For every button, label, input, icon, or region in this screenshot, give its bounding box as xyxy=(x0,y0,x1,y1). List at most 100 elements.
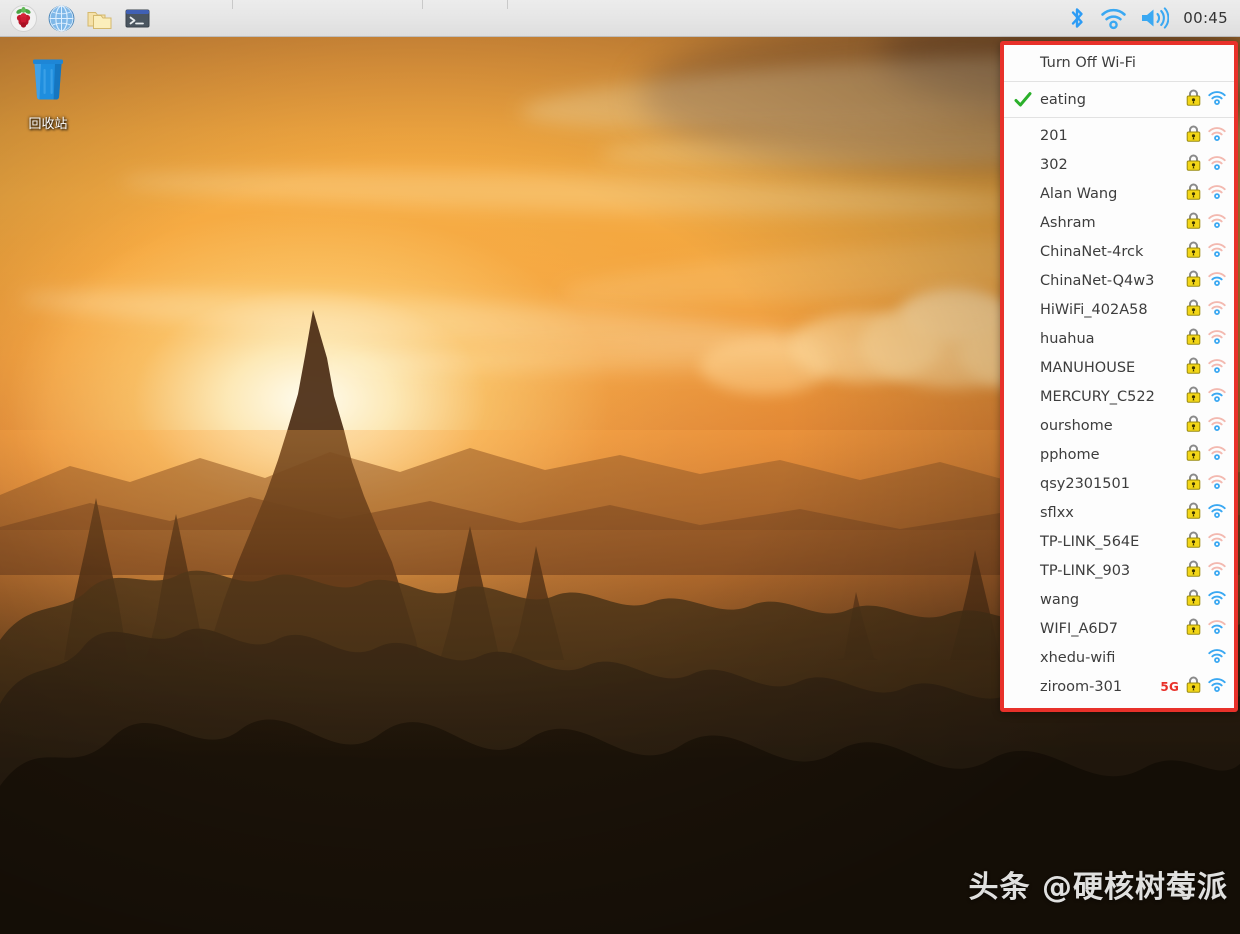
window-task-list[interactable] xyxy=(152,0,1066,36)
wifi-ssid-label: ourshome xyxy=(1040,417,1113,434)
wifi-network-item[interactable]: ziroom-301 5G xyxy=(1004,672,1234,701)
signal-strength-icon xyxy=(1208,415,1226,436)
wifi-row-indicators xyxy=(1186,299,1226,320)
wifi-ssid-label: Ashram xyxy=(1040,214,1096,231)
wifi-row-indicators: 5G xyxy=(1160,676,1226,697)
wifi-row-indicators xyxy=(1186,183,1226,204)
wifi-network-item[interactable]: qsy2301501 xyxy=(1004,469,1234,498)
wifi-icon[interactable] xyxy=(1100,5,1127,31)
wifi-network-item[interactable]: huahua xyxy=(1004,324,1234,353)
web-browser-icon[interactable] xyxy=(46,3,76,33)
wifi-row-indicators xyxy=(1186,502,1226,523)
file-manager-icon[interactable] xyxy=(84,3,114,33)
wifi-row-indicators xyxy=(1186,241,1226,262)
raspberry-menu-icon[interactable] xyxy=(8,3,38,33)
wifi-network-item[interactable]: MERCURY_C522 xyxy=(1004,382,1234,411)
taskbar-clock[interactable]: 00:45 xyxy=(1181,9,1228,27)
signal-strength-icon xyxy=(1208,560,1226,581)
wifi-network-item[interactable]: xhedu-wifi xyxy=(1004,643,1234,672)
wifi-network-item[interactable]: 302 xyxy=(1004,150,1234,179)
lock-icon xyxy=(1186,676,1201,697)
signal-strength-icon xyxy=(1208,270,1226,291)
wifi-ssid-label: sflxx xyxy=(1040,504,1074,521)
signal-strength-icon xyxy=(1208,676,1226,697)
lock-icon xyxy=(1186,531,1201,552)
wifi-ssid-label: Alan Wang xyxy=(1040,185,1118,202)
wifi-network-item[interactable]: TP-LINK_564E xyxy=(1004,527,1234,556)
wifi-row-indicators xyxy=(1186,270,1226,291)
recycle-bin-icon xyxy=(20,48,76,108)
desktop-screen: 回收站 00:45 Turn Off Wi-Fi eating 201 302 … xyxy=(0,0,1240,934)
wifi-network-item[interactable]: Alan Wang xyxy=(1004,179,1234,208)
wifi-network-connected[interactable]: eating xyxy=(1004,85,1234,114)
wifi-network-menu: Turn Off Wi-Fi eating 201 302 Alan Wang Ash… xyxy=(1000,41,1238,712)
signal-strength-icon xyxy=(1208,618,1226,639)
wifi-row-indicators xyxy=(1186,328,1226,349)
wifi-network-list: 201 302 Alan Wang Ashram ChinaNet-4rck ChinaN… xyxy=(1004,121,1234,701)
signal-strength-icon xyxy=(1208,473,1226,494)
system-tray: 00:45 xyxy=(1066,5,1240,31)
lock-icon xyxy=(1186,89,1201,110)
lock-icon xyxy=(1186,183,1201,204)
desktop-icon-recycle-bin[interactable]: 回收站 xyxy=(0,40,96,136)
volume-icon[interactable] xyxy=(1139,5,1170,31)
signal-strength-icon xyxy=(1208,357,1226,378)
wifi-row-indicators xyxy=(1186,560,1226,581)
wifi-ssid-label: eating xyxy=(1040,91,1086,108)
wifi-network-item[interactable]: ChinaNet-Q4w3 xyxy=(1004,266,1234,295)
wifi-network-item[interactable]: HiWiFi_402A58 xyxy=(1004,295,1234,324)
terminal-icon[interactable] xyxy=(122,3,152,33)
wifi-ssid-label: HiWiFi_402A58 xyxy=(1040,301,1148,318)
wifi-network-item[interactable]: TP-LINK_903 xyxy=(1004,556,1234,585)
signal-strength-icon xyxy=(1208,386,1226,407)
lock-icon xyxy=(1186,241,1201,262)
wifi-ssid-label: pphome xyxy=(1040,446,1100,463)
wifi-menu-list: Turn Off Wi-Fi eating 201 302 Alan Wang Ash… xyxy=(1004,45,1234,708)
lock-icon xyxy=(1186,589,1201,610)
wifi-network-item[interactable]: 201 xyxy=(1004,121,1234,150)
signal-strength-icon xyxy=(1208,328,1226,349)
wifi-row-indicators xyxy=(1186,444,1226,465)
signal-strength-icon xyxy=(1208,299,1226,320)
wifi-network-item[interactable]: Ashram xyxy=(1004,208,1234,237)
wifi-network-item[interactable]: wang xyxy=(1004,585,1234,614)
wifi-ssid-label: ChinaNet-4rck xyxy=(1040,243,1144,260)
wifi-network-item[interactable]: sflxx xyxy=(1004,498,1234,527)
signal-strength-icon xyxy=(1208,212,1226,233)
wifi-row-indicators xyxy=(1186,89,1226,110)
menu-item-turn-off-wifi[interactable]: Turn Off Wi-Fi xyxy=(1004,47,1234,78)
wifi-row-indicators xyxy=(1186,473,1226,494)
signal-strength-icon xyxy=(1208,183,1226,204)
wifi-ssid-label: huahua xyxy=(1040,330,1095,347)
wifi-ssid-label: qsy2301501 xyxy=(1040,475,1130,492)
wifi-network-item[interactable]: pphome xyxy=(1004,440,1234,469)
lock-icon xyxy=(1186,502,1201,523)
wifi-ssid-label: ChinaNet-Q4w3 xyxy=(1040,272,1155,289)
signal-strength-icon xyxy=(1208,502,1226,523)
lock-icon xyxy=(1186,328,1201,349)
wifi-network-item[interactable]: WIFI_A6D7 xyxy=(1004,614,1234,643)
wifi-network-item[interactable]: ChinaNet-4rck xyxy=(1004,237,1234,266)
bluetooth-icon[interactable] xyxy=(1066,5,1088,31)
turn-off-wifi-label: Turn Off Wi-Fi xyxy=(1040,54,1136,71)
signal-strength-icon xyxy=(1208,125,1226,146)
wifi-row-indicators xyxy=(1186,531,1226,552)
task-separator xyxy=(507,0,508,9)
wifi-network-item[interactable]: MANUHOUSE xyxy=(1004,353,1234,382)
lock-icon xyxy=(1186,560,1201,581)
desktop-icon-area: 回收站 xyxy=(0,40,96,136)
menu-separator xyxy=(1004,81,1234,82)
menu-separator xyxy=(1004,117,1234,118)
lock-icon xyxy=(1186,618,1201,639)
lock-icon xyxy=(1186,154,1201,175)
lock-icon xyxy=(1186,125,1201,146)
wifi-row-indicators xyxy=(1186,212,1226,233)
signal-strength-icon xyxy=(1208,154,1226,175)
checkmark-icon xyxy=(1014,91,1032,109)
lock-icon xyxy=(1186,357,1201,378)
wifi-row-indicators xyxy=(1208,647,1226,668)
signal-strength-icon xyxy=(1208,444,1226,465)
lock-icon xyxy=(1186,270,1201,291)
wifi-ssid-label: TP-LINK_903 xyxy=(1040,562,1131,579)
wifi-network-item[interactable]: ourshome xyxy=(1004,411,1234,440)
